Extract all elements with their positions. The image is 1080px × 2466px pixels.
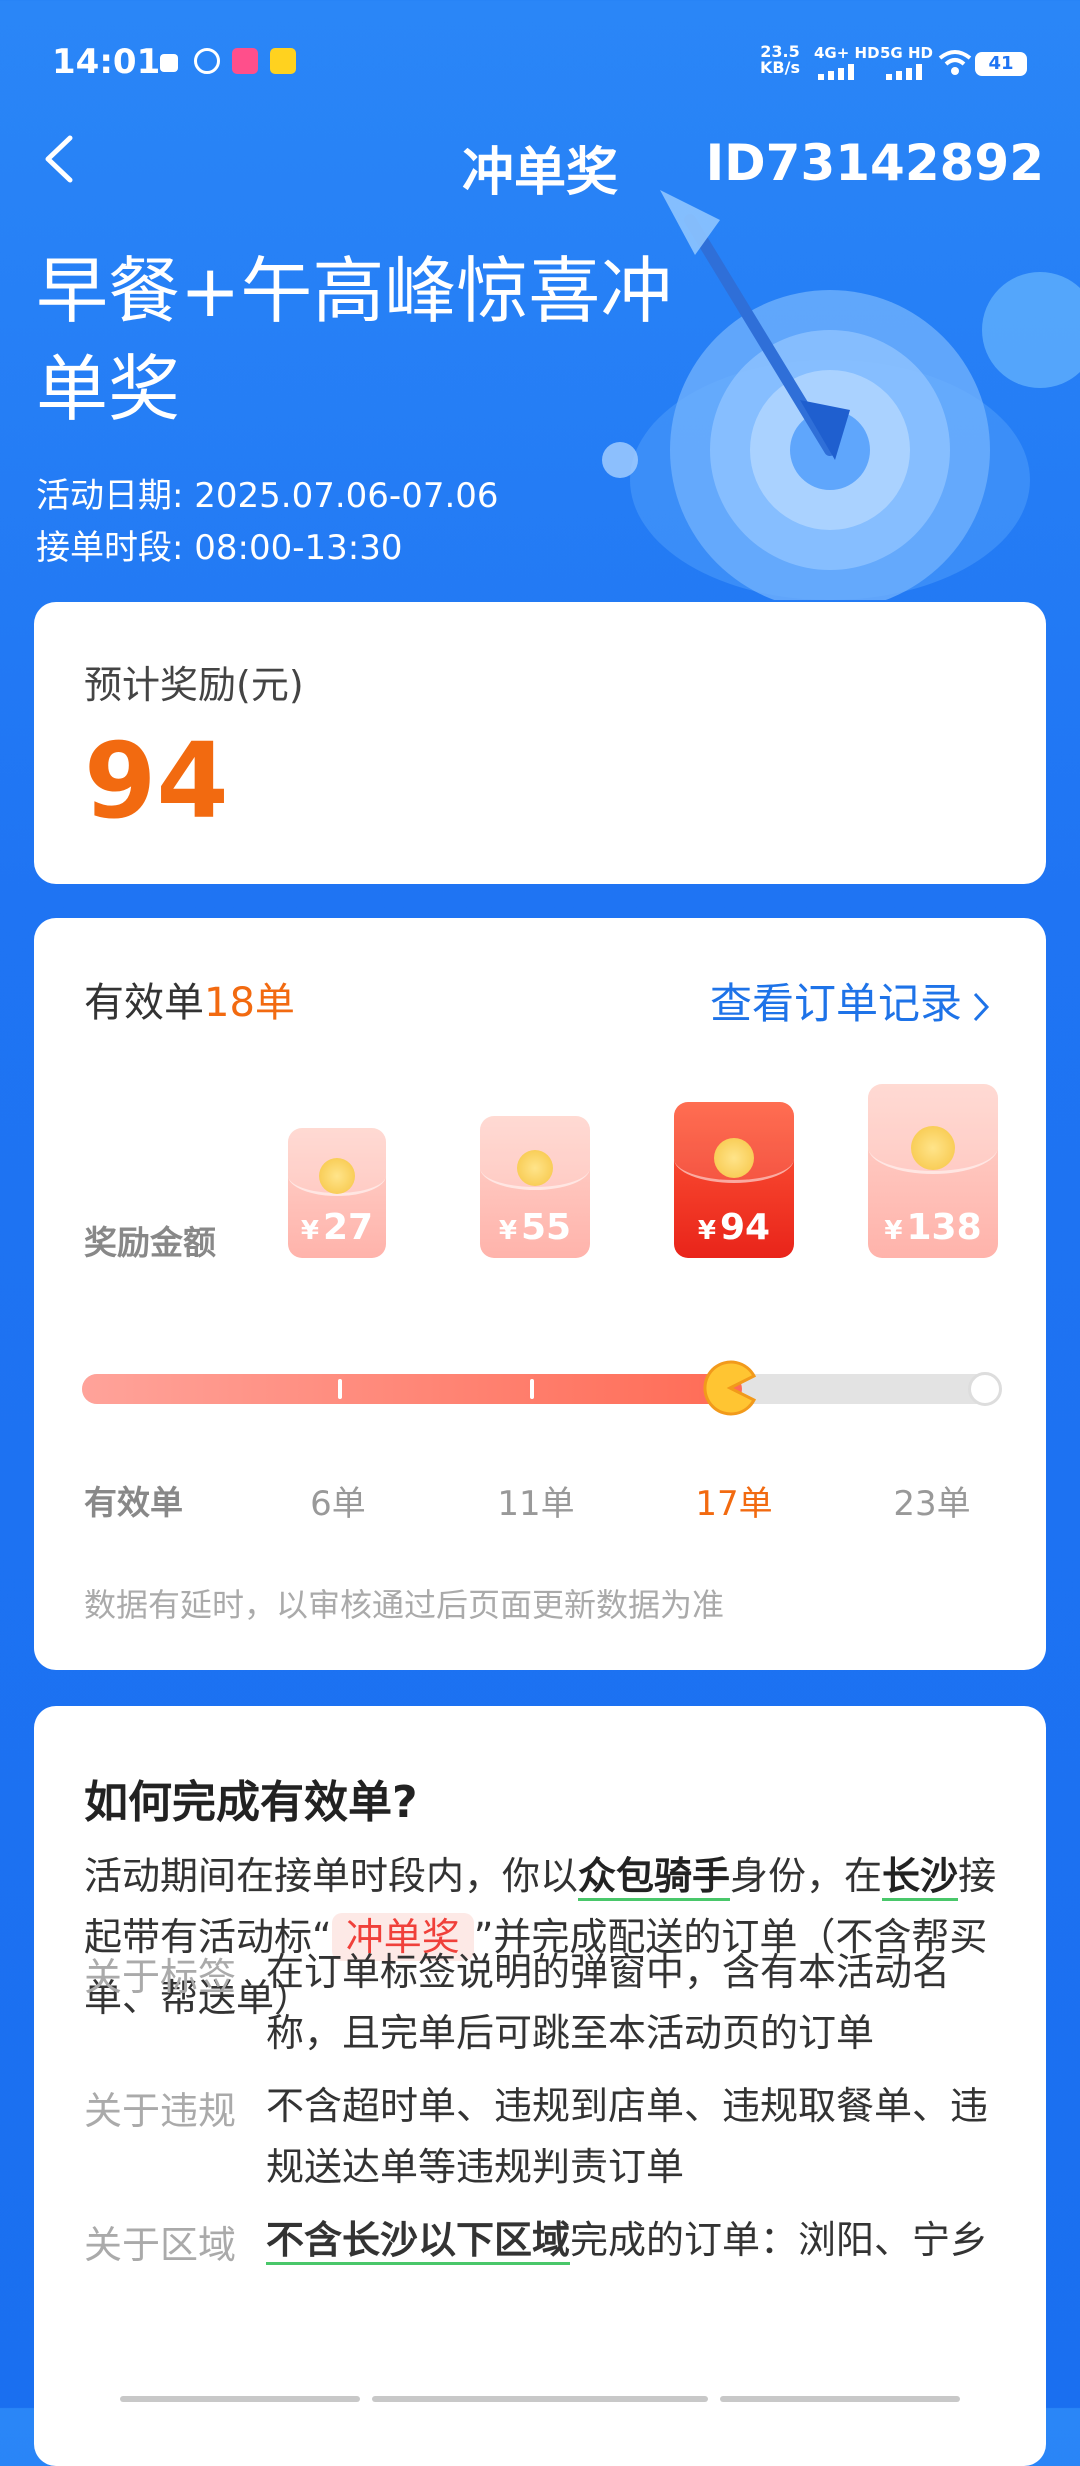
tier-orders: 17单 [695,1484,773,1524]
valid-orders-label: 有效单 [84,980,204,1026]
rule-label: 关于标签 [84,1955,237,1999]
meituan-notification-icon [270,48,296,74]
scroll-indicator [720,2396,960,2402]
tier-amount: 94 [719,1207,771,1248]
data-delay-note: 数据有延时，以审核通过后页面更新数据为准 [84,1586,725,1624]
coin-icon [714,1138,754,1178]
progress-tick [338,1379,342,1399]
rule-emphasis: 不含长沙以下区域 [266,2218,571,2265]
progress-end-knob [968,1372,1002,1406]
view-order-records-link[interactable]: 查看订单记录 [710,970,990,1031]
rule-label: 关于违规 [84,2089,237,2133]
coin-icon [911,1126,955,1170]
net-speed: 23.5 KB/s [760,42,800,77]
view-records-label: 查看订单记录 [709,979,962,1028]
progress-card: 有效单18单 查看订单记录 奖励金额 ¥27 ¥55 ¥94 ¥138 有效单 … [34,918,1046,1670]
reward-card: 预计奖励(元) 94 [34,602,1046,884]
battery-icon: 41 [975,52,1027,76]
tier-orders: 23单 [893,1484,971,1524]
progress-fill [82,1374,742,1404]
rule-text: 不含长沙以下区域完成的订单：浏阳、宁乡 [266,2210,1006,2271]
signal-icon [884,64,934,84]
reward-envelope-active: ¥94 [674,1102,794,1258]
valid-orders-axis-label: 有效单 [84,1483,183,1522]
howto-title: 如何完成有效单? [84,1777,418,1828]
valid-orders-count: 18单 [204,980,295,1026]
tier-amount: 27 [322,1207,374,1248]
reward-envelope: ¥27 [288,1128,386,1258]
chevron-right-icon [973,992,990,1021]
rule-label: 关于区域 [84,2223,237,2267]
reward-envelope: ¥138 [868,1084,998,1258]
award-amount-label: 奖励金额 [84,1223,216,1262]
progress-tick [530,1379,534,1399]
sim1-label: 4G+ HD [814,44,880,62]
rule-text: 在订单标签说明的弹窗中，含有本活动名称，且完单后可跳至本活动页的订单 [266,1950,951,2055]
tier-amount: 138 [906,1207,982,1248]
tier-orders: 6单 [310,1484,366,1524]
notification-icon [160,54,178,72]
wifi-icon [938,48,972,80]
activity-date: 活动日期: 2025.07.06-07.06 [36,476,499,516]
scroll-indicator [120,2396,360,2402]
activity-time: 接单时段: 08:00-13:30 [36,528,403,568]
activity-dates: 活动日期: 2025.07.06-07.06 接单时段: 08:00-13:30 [36,470,499,574]
rider-type: 众包骑手 [578,1854,731,1901]
valid-orders: 有效单18单 [84,970,295,1028]
hotspot-icon [194,48,220,74]
reward-label: 预计奖励(元) [84,663,304,707]
tier-orders: 11单 [497,1484,575,1524]
reward-value: 94 [84,720,229,842]
app-notification-icon [232,48,258,74]
coin-icon [517,1150,553,1186]
scroll-indicator [372,2396,708,2402]
rule-text: 不含超时单、违规到店单、违规取餐单、违规送达单等违规判责订单 [266,2084,989,2189]
status-bar: 14:01 23.5 KB/s 4G+ HD 5G HD 41 [0,0,1080,120]
progress-marker-icon [702,1360,758,1420]
howto-card: 如何完成有效单? 活动期间在接单时段内，你以众包骑手身份，在长沙接起带有活动标“… [34,1706,1046,2466]
reward-envelope: ¥55 [480,1116,590,1258]
status-time: 14:01 [52,42,161,82]
coin-icon [319,1158,355,1194]
city: 长沙 [882,1854,959,1901]
activity-title: 早餐+午高峰惊喜冲单奖 [36,249,673,431]
sim2-label: 5G HD [880,44,933,62]
signal-icon [816,64,866,84]
tier-amount: 55 [520,1207,572,1248]
